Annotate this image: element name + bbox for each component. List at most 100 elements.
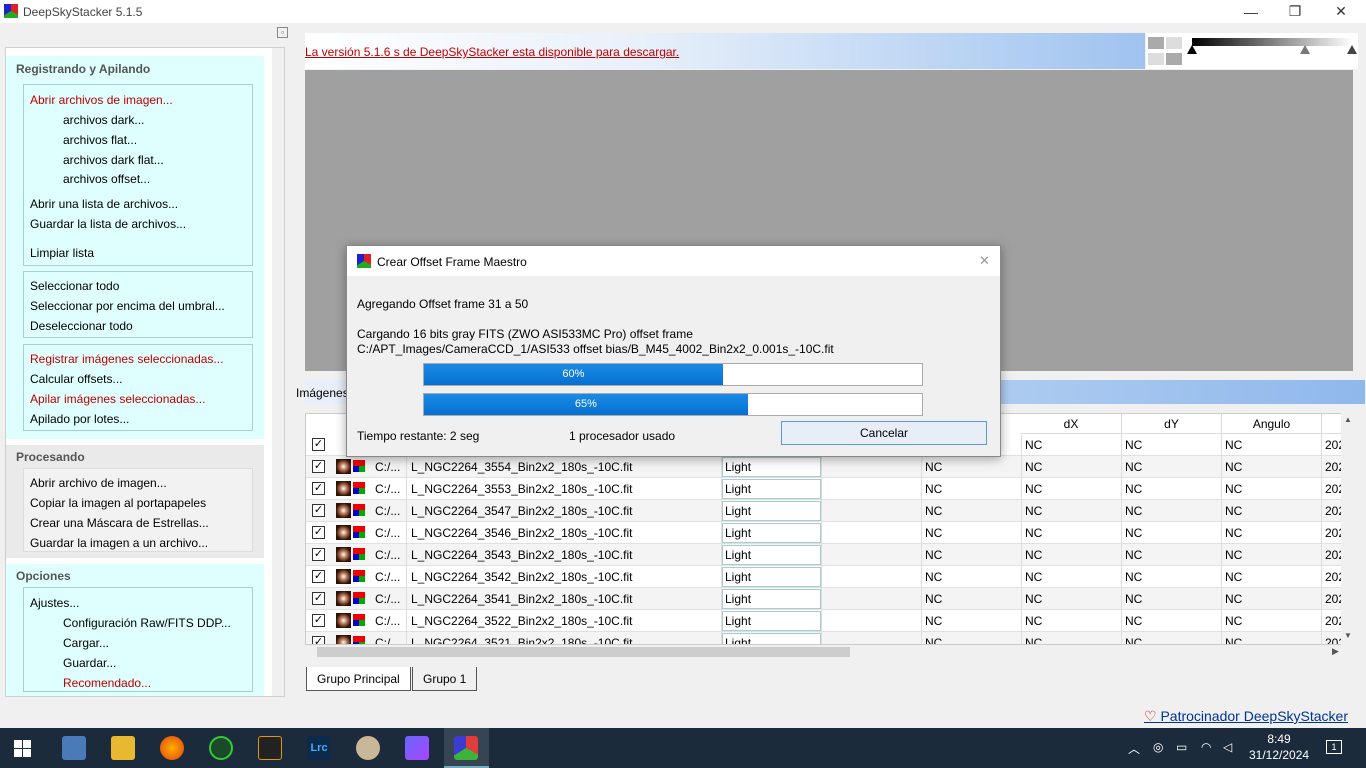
cell-score: NC (925, 460, 943, 474)
firefox-icon[interactable] (160, 736, 184, 760)
cell-dx: NC (1025, 482, 1043, 496)
row-checkbox[interactable]: ✓ (312, 548, 325, 561)
select-all-link[interactable]: Seleccionar todo (30, 279, 119, 293)
table-row[interactable]: ✓ C:/... L_NGC2264_3522_Bin2x2_180s_-10C.f… (306, 610, 1354, 632)
dialog-loading-line1: Cargando 16 bits gray FITS (ZWO ASI533MC… (357, 327, 693, 341)
copy-clipboard-link[interactable]: Copiar la imagen al portapapeles (30, 496, 206, 510)
table-row[interactable]: ✓ C:/... L_NGC2264_3553_Bin2x2_180s_-10C.f… (306, 478, 1354, 500)
cell-score: NC (925, 548, 943, 562)
dark-flat-files-link[interactable]: archivos dark flat... (63, 153, 164, 167)
chevron-up-icon[interactable]: ︿ (1128, 740, 1140, 757)
compute-offsets-link[interactable]: Calcular offsets... (30, 372, 122, 386)
save-file-list-link[interactable]: Guardar la lista de archivos... (30, 217, 186, 231)
restore-button[interactable]: ❐ (1272, 0, 1318, 23)
table-row[interactable]: ✓ C:/... L_NGC2264_3541_Bin2x2_180s_-10C.f… (306, 588, 1354, 610)
notifications-icon[interactable]: 1 (1326, 740, 1342, 754)
table-row[interactable]: ✓ C:/... L_NGC2264_3547_Bin2x2_180s_-10C.f… (306, 500, 1354, 522)
recommended-link[interactable]: Recomendado... (63, 676, 151, 690)
paint-icon[interactable] (356, 736, 380, 760)
battery-icon[interactable]: ▭ (1176, 740, 1187, 754)
table-horizontal-scrollbar[interactable]: ▶ (305, 645, 1341, 659)
clear-list-link[interactable]: Limpiar lista (30, 246, 94, 260)
clock[interactable]: 8:49 31/12/2024 (1249, 732, 1309, 762)
volume-icon[interactable]: ◁ (1223, 740, 1232, 754)
table-vertical-scrollbar[interactable]: ▲ ▼ (1341, 413, 1355, 645)
tab-main-group[interactable]: Grupo Principal (306, 667, 411, 691)
raw-fits-ddp-link[interactable]: Configuración Raw/FITS DDP... (63, 616, 231, 630)
lightroom-icon[interactable]: Lrc (307, 736, 331, 760)
row-checkbox[interactable]: ✓ (312, 526, 325, 539)
table-row[interactable]: ✓ C:/... L_NGC2264_3546_Bin2x2_180s_-10C.f… (306, 522, 1354, 544)
load-link[interactable]: Cargar... (63, 636, 109, 650)
col-header-dx[interactable]: dX (1021, 414, 1122, 434)
dock-icon[interactable]: ▫ (277, 27, 288, 38)
cell-score: NC (925, 526, 943, 540)
stack-images-link[interactable]: Apilar imágenes seleccionadas... (30, 392, 205, 406)
cell-file: L_NGC2264_3522_Bin2x2_180s_-10C.fit (411, 614, 633, 628)
table-row[interactable]: ✓ C:/... L_NGC2264_3521_Bin2x2_180s_-10C.f… (306, 632, 1354, 645)
tab-group-1[interactable]: Grupo 1 (412, 667, 478, 691)
star-mask-link[interactable]: Crear una Máscara de Estrellas... (30, 516, 209, 530)
network-app-icon[interactable] (62, 736, 86, 760)
wifi-icon[interactable]: ◠ (1201, 740, 1211, 754)
deselect-all-link[interactable]: Deseleccionar todo (30, 319, 133, 333)
mid-point-handle[interactable] (1300, 45, 1310, 54)
sponsor-link[interactable]: ♡ Patrocinador DeepSkyStacker (1144, 708, 1348, 725)
cell-dy: NC (1125, 548, 1143, 562)
offset-files-link[interactable]: archivos offset... (63, 172, 150, 186)
panel-scrollbar[interactable] (272, 48, 284, 696)
table-row[interactable]: ✓ C:/... L_NGC2264_3542_Bin2x2_180s_-10C.f… (306, 566, 1354, 588)
update-link[interactable]: La versión 5.1.6 s de DeepSkyStacker est… (305, 45, 679, 59)
col-header-angle[interactable]: Angulo (1222, 414, 1322, 434)
sharpcap-icon[interactable] (258, 736, 282, 760)
row-checkbox[interactable]: ✓ (312, 504, 325, 517)
hscroll-thumb[interactable] (317, 647, 850, 657)
cell-path: C:/... (375, 636, 401, 645)
col-header-dy[interactable]: dY (1122, 414, 1222, 434)
minimize-button[interactable]: — (1228, 0, 1274, 23)
cell-path: C:/... (375, 592, 401, 606)
file-explorer-icon[interactable] (111, 736, 135, 760)
column-divider (721, 434, 722, 644)
row-checkbox[interactable]: ✓ (312, 460, 325, 473)
zoom-icon[interactable] (1146, 33, 1186, 69)
table-row[interactable]: ✓ C:/... L_NGC2264_3554_Bin2x2_180s_-10C.f… (306, 456, 1354, 478)
row-checkbox[interactable]: ✓ (312, 592, 325, 605)
thumbnail-icon (336, 459, 351, 474)
open-images-link[interactable]: Abrir archivos de imagen... (30, 93, 173, 107)
save-image-link[interactable]: Guardar la imagen a un archivo... (30, 536, 208, 550)
close-button[interactable]: ✕ (1318, 0, 1364, 23)
title-bar: DeepSkyStacker 5.1.5 — ❐ ✕ (0, 0, 1366, 23)
flat-files-link[interactable]: archivos flat... (63, 133, 137, 147)
row-checkbox[interactable]: ✓ (312, 614, 325, 627)
row-checkbox[interactable]: ✓ (312, 482, 325, 495)
black-point-handle[interactable] (1187, 45, 1197, 54)
active-app-highlight (444, 728, 489, 768)
cell-dx: NC (1025, 504, 1043, 518)
cell-dy: NC (1125, 592, 1143, 606)
app-icon (4, 4, 18, 18)
row-checkbox[interactable]: ✓ (312, 438, 325, 451)
3d-app-icon[interactable] (405, 736, 429, 760)
thumbnail-icon (336, 503, 351, 518)
windows-start-icon[interactable] (14, 740, 31, 757)
select-threshold-link[interactable]: Seleccionar por encima del umbral... (30, 299, 225, 313)
cell-type: Light (725, 482, 752, 496)
open-image-file-link[interactable]: Abrir archivo de imagen... (30, 476, 167, 490)
cancel-button[interactable]: Cancelar (781, 421, 987, 445)
meet-icon[interactable]: ◎ (1153, 740, 1163, 754)
register-images-link[interactable]: Registrar imágenes seleccionadas... (30, 352, 223, 366)
table-row[interactable]: ✓ C:/... L_NGC2264_3543_Bin2x2_180s_-10C.f… (306, 544, 1354, 566)
white-point-handle[interactable] (1347, 45, 1357, 54)
batch-stacking-link[interactable]: Apilado por lotes... (30, 412, 129, 426)
settings-link[interactable]: Ajustes... (30, 596, 79, 610)
row-checkbox[interactable]: ✓ (312, 636, 325, 644)
thumbnail-icon (336, 569, 351, 584)
dark-files-link[interactable]: archivos dark... (63, 113, 144, 127)
dialog-close-icon[interactable]: ✕ (979, 253, 990, 269)
cell-path: C:/... (375, 526, 401, 540)
open-file-list-link[interactable]: Abrir una lista de archivos... (30, 197, 178, 211)
save-settings-link[interactable]: Guardar... (63, 656, 116, 670)
row-checkbox[interactable]: ✓ (312, 570, 325, 583)
guiding-app-icon[interactable] (209, 736, 233, 760)
